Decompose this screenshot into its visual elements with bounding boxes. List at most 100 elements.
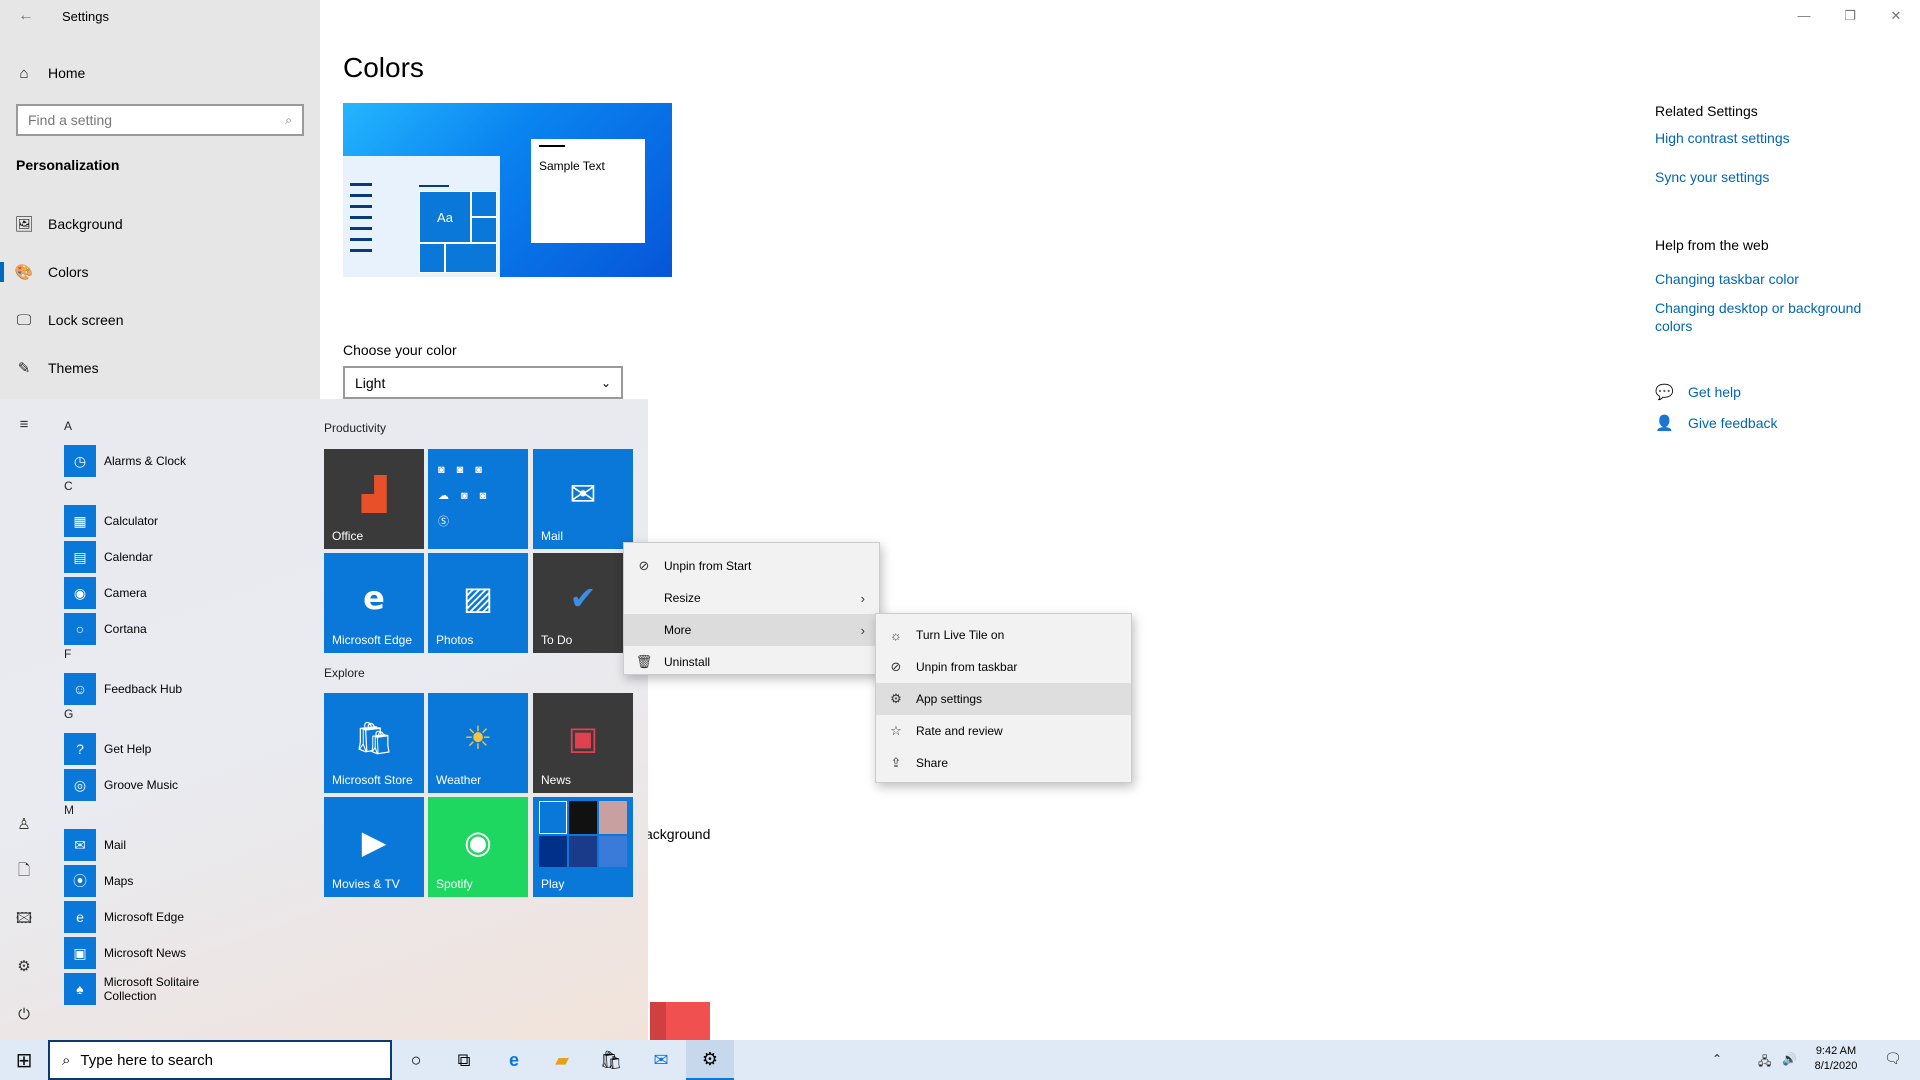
search-icon: ⌕ xyxy=(285,112,292,127)
more-item[interactable]: More › xyxy=(624,614,879,646)
tile-todo[interactable]: ✔ To Do xyxy=(533,553,633,653)
unpin-from-start-item[interactable]: ⊘ Unpin from Start xyxy=(624,550,879,582)
spotify-icon: ◉ xyxy=(464,824,492,860)
app-list-letter[interactable]: G xyxy=(64,707,73,721)
app-icon: ▦ xyxy=(64,505,96,537)
tile-label: Microsoft Store xyxy=(332,773,413,787)
documents-icon[interactable]: 🗋 xyxy=(12,859,36,883)
network-icon[interactable]: 🖧 xyxy=(1758,1052,1771,1073)
task-view-icon[interactable]: ⧉ xyxy=(440,1040,488,1080)
page-title: Colors xyxy=(343,52,424,83)
app-list-item[interactable]: ▣ Microsoft News xyxy=(64,937,254,969)
share-item[interactable]: ⇪ Share xyxy=(876,747,1131,779)
tile-weather[interactable]: ☀ Weather xyxy=(428,693,528,793)
close-button[interactable]: ✕ xyxy=(1876,8,1916,24)
nav-item-themes[interactable]: ✎ Themes xyxy=(0,348,320,388)
settings-gear-icon[interactable]: ⚙ xyxy=(12,955,36,979)
live-tile-icon: ☼ xyxy=(890,627,902,643)
volume-icon[interactable]: 🔊 xyxy=(1782,1052,1797,1066)
app-list-item[interactable]: ◉ Camera xyxy=(64,577,254,609)
edge-icon[interactable]: e xyxy=(490,1040,538,1080)
tile-office[interactable]: ▟ Office xyxy=(324,449,424,549)
high-contrast-link[interactable]: High contrast settings xyxy=(1655,130,1790,146)
power-icon[interactable]: ⏻ xyxy=(12,1003,36,1027)
app-icon: ⦿ xyxy=(64,865,96,897)
rate-and-review-item[interactable]: ☆ Rate and review xyxy=(876,715,1131,747)
menu-item-label: App settings xyxy=(916,692,983,706)
app-list-item[interactable]: ⦿ Maps xyxy=(64,865,254,897)
clock[interactable]: 9:42 AM 8/1/2020 xyxy=(1806,1044,1866,1074)
app-list-letter[interactable]: A xyxy=(64,419,72,433)
pictures-icon[interactable]: 🖾 xyxy=(12,907,36,931)
nav-item-background[interactable]: 🖼 Background xyxy=(0,204,320,244)
windows-start-icon[interactable]: ⊞ xyxy=(0,1040,48,1080)
photos-icon: ▨ xyxy=(462,580,494,616)
app-icon: ✉ xyxy=(64,829,96,861)
app-list-item[interactable]: ▦ Calculator xyxy=(64,505,254,537)
uninstall-item[interactable]: 🗑 Uninstall xyxy=(624,646,879,678)
app-list-letter[interactable]: M xyxy=(64,803,74,817)
hamburger-icon[interactable]: ≡ xyxy=(12,413,36,437)
app-icon: e xyxy=(64,901,96,933)
turn-live-tile-on-item[interactable]: ☼ Turn Live Tile on xyxy=(876,619,1131,651)
nav-item-label: Lock screen xyxy=(48,312,124,328)
settings-icon[interactable]: ⚙ xyxy=(686,1040,734,1080)
app-list-item[interactable]: ♠ Microsoft Solitaire Collection xyxy=(64,973,254,1005)
tile-store[interactable]: 🛍 Microsoft Store xyxy=(324,693,424,793)
menu-item-label: Uninstall xyxy=(664,655,711,669)
app-list-item[interactable]: e Microsoft Edge xyxy=(64,901,254,933)
tile-mail[interactable]: ✉ Mail xyxy=(533,449,633,549)
app-icon: ◎ xyxy=(64,769,96,801)
tile-play[interactable]: Play xyxy=(533,797,633,897)
app-list-letter[interactable]: F xyxy=(64,647,71,661)
app-list-item[interactable]: ☺ Feedback Hub xyxy=(64,673,254,705)
nav-home[interactable]: ⌂ Home xyxy=(0,53,320,93)
cortana-icon[interactable]: ○ xyxy=(392,1040,440,1080)
maximize-button[interactable]: ❐ xyxy=(1830,8,1870,24)
find-setting-input[interactable]: Find a setting ⌕ xyxy=(16,104,304,136)
sync-settings-link[interactable]: Sync your settings xyxy=(1655,169,1769,185)
get-help-link[interactable]: Get help xyxy=(1688,384,1741,400)
taskbar-search-box[interactable]: ⌕ Type here to search xyxy=(48,1040,392,1080)
app-list-item[interactable]: ? Get Help xyxy=(64,733,254,765)
partial-label: ackground xyxy=(645,826,711,842)
menu-item-label: Share xyxy=(916,756,949,770)
tile-photos[interactable]: ▨ Photos xyxy=(428,553,528,653)
app-list-item[interactable]: ○ Cortana xyxy=(64,613,254,645)
nav-item-label: Colors xyxy=(48,264,89,280)
mail-icon[interactable]: ✉ xyxy=(637,1040,685,1080)
desktop-colors-link[interactable]: Changing desktop or background colors xyxy=(1655,299,1885,335)
preview-tile: Aa xyxy=(419,191,471,243)
weather-icon: ☀ xyxy=(463,720,493,756)
unpin-from-taskbar-item[interactable]: ⊘ Unpin from taskbar xyxy=(876,651,1131,683)
tile-edge[interactable]: e Microsoft Edge xyxy=(324,553,424,653)
give-feedback-link[interactable]: Give feedback xyxy=(1688,415,1778,431)
notifications-icon[interactable]: 🗨 xyxy=(1884,1050,1902,1067)
app-label: Mail xyxy=(104,838,127,852)
nav-item-lock-screen[interactable]: 🖵 Lock screen xyxy=(0,300,320,340)
taskbar-color-link[interactable]: Changing taskbar color xyxy=(1655,271,1799,287)
app-list-item[interactable]: ◎ Groove Music xyxy=(64,769,254,801)
app-list-item[interactable]: ▤ Calendar xyxy=(64,541,254,573)
store-icon[interactable]: 🛍 xyxy=(587,1040,635,1080)
app-list-letter[interactable]: C xyxy=(64,479,73,493)
tile-office-apps[interactable]: ◙◙◙ ☁◙◙ Ⓢ xyxy=(428,449,528,549)
app-settings-item[interactable]: ⚙ App settings xyxy=(876,683,1131,715)
tile-news[interactable]: ▣ News xyxy=(533,693,633,793)
back-arrow-icon[interactable]: ← xyxy=(14,4,38,28)
minimize-button[interactable]: — xyxy=(1784,8,1824,24)
preview-tile xyxy=(471,217,497,243)
tile-movies[interactable]: ▶ Movies & TV xyxy=(324,797,424,897)
tile-spotify[interactable]: ◉ Spotify xyxy=(428,797,528,897)
file-explorer-icon[interactable]: ▰ xyxy=(538,1040,586,1080)
app-list-item[interactable]: ◷ Alarms & Clock xyxy=(64,445,254,477)
nav-item-colors[interactable]: 🎨 Colors xyxy=(0,252,320,292)
resize-item[interactable]: Resize › xyxy=(624,582,879,614)
tray-chevron-icon[interactable]: ⌃ xyxy=(1712,1052,1722,1066)
app-list-item[interactable]: ✉ Mail xyxy=(64,829,254,861)
app-label: Calculator xyxy=(104,514,159,528)
news-icon: ▣ xyxy=(567,720,599,756)
play-folder-icons xyxy=(539,801,627,867)
user-icon[interactable]: ♙ xyxy=(12,813,36,837)
choose-color-dropdown[interactable]: Light ⌄ xyxy=(343,366,623,399)
